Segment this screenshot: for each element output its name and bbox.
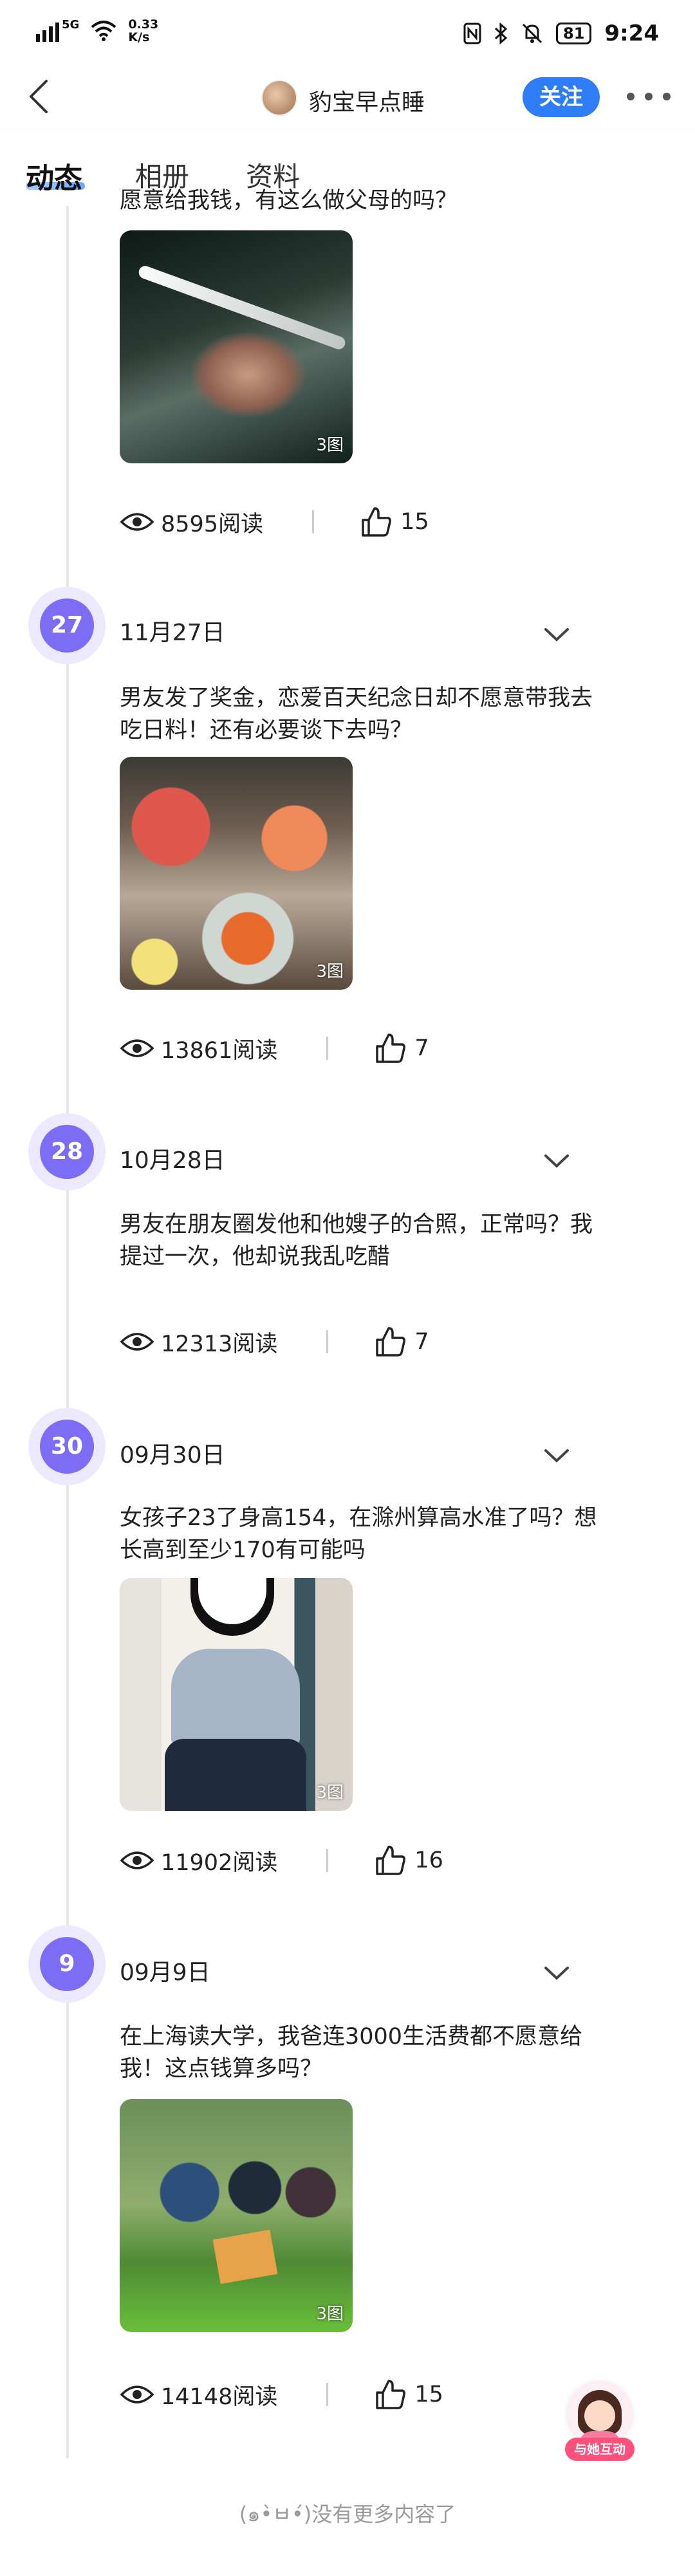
profile-header: 豹宝早点睡 关注 <box>0 64 695 129</box>
interact-label: 与她互动 <box>565 2438 635 2461</box>
thumb-up-icon[interactable] <box>375 1032 407 1064</box>
status-left: 5G 0.33 K/s <box>36 18 158 44</box>
post-date: 09月9日 <box>120 1960 210 1986</box>
nfc-icon <box>463 23 481 44</box>
stats-divider <box>326 2383 329 2406</box>
clock: 9:24 <box>604 21 659 46</box>
status-right: 81 9:24 <box>463 21 659 46</box>
like-count: 7 <box>414 1035 429 1061</box>
chevron-down-icon[interactable] <box>541 1958 573 1990</box>
post-text: 在上海读大学，我爸连3000生活费都不愿意给我！这点钱算多吗？ <box>120 2024 583 2082</box>
eye-icon <box>120 1333 154 1351</box>
image-detail <box>136 264 348 351</box>
read-count: 13861阅读 <box>161 1037 278 1064</box>
post-stats: 8595阅读 15 <box>120 506 429 538</box>
read-count: 12313阅读 <box>161 1331 278 1357</box>
mute-icon <box>522 23 542 44</box>
chevron-down-icon[interactable] <box>541 619 573 651</box>
post-text: 愿意给我钱，有这么做父母的吗？ <box>120 188 458 214</box>
wifi-icon <box>91 21 116 41</box>
read-count: 8595阅读 <box>161 511 264 537</box>
post-date: 10月28日 <box>120 1147 225 1174</box>
post-stats: 12313阅读 7 <box>120 1326 429 1358</box>
tab-feed[interactable]: 动态 <box>26 155 82 196</box>
network-speed: 0.33 K/s <box>128 18 158 44</box>
eye-icon <box>120 513 154 531</box>
eye-icon <box>120 1039 154 1057</box>
signal-icon <box>36 20 59 42</box>
post-image[interactable]: 3图 <box>120 1578 353 1811</box>
chevron-down-icon[interactable] <box>541 1145 573 1178</box>
timeline-line <box>66 206 69 2458</box>
read-count: 14148阅读 <box>161 2384 278 2410</box>
speed-unit: K/s <box>128 30 150 44</box>
post-stats: 11902阅读 16 <box>120 1844 443 1876</box>
image-count: 3图 <box>316 436 344 455</box>
post-text: 男友发了奖金，恋爱百天纪念日却不愿意带我去吃日料！还有必要谈下去吗？ <box>120 685 593 743</box>
back-icon <box>30 80 48 113</box>
like-count: 7 <box>414 1329 429 1355</box>
more-button[interactable] <box>623 84 674 109</box>
date-badge: 28 <box>40 1125 94 1179</box>
post-date: 09月30日 <box>120 1442 225 1469</box>
post-date: 11月27日 <box>120 620 225 646</box>
battery-indicator: 81 <box>556 23 592 44</box>
interact-avatar-icon <box>568 2381 632 2445</box>
more-icon <box>627 93 635 100</box>
stats-divider <box>326 1330 329 1353</box>
stats-divider <box>312 510 315 533</box>
speed-value: 0.33 <box>128 17 159 32</box>
image-detail <box>165 1739 306 1811</box>
post-image[interactable]: 3图 <box>120 230 353 463</box>
profile-nickname[interactable]: 豹宝早点睡 <box>309 84 425 117</box>
image-detail <box>171 1649 300 1745</box>
no-more-content: (๑•̀ㅂ•́)没有更多内容了 <box>239 2502 456 2526</box>
eye-icon <box>120 1851 154 1869</box>
image-detail <box>212 2229 278 2284</box>
thumb-up-icon[interactable] <box>375 2378 407 2411</box>
post-image[interactable]: 3图 <box>120 2099 353 2332</box>
network-label: 5G <box>62 17 80 32</box>
like-count: 15 <box>414 2382 443 2407</box>
status-bar: 5G 0.33 K/s 81 9:24 <box>0 0 695 64</box>
chevron-down-icon[interactable] <box>541 1440 573 1472</box>
thumb-up-icon[interactable] <box>375 1844 407 1876</box>
post-image[interactable]: 3图 <box>120 757 353 990</box>
read-count: 11902阅读 <box>161 1849 278 1876</box>
like-count: 16 <box>414 1848 443 1873</box>
eye-icon <box>120 2386 154 2404</box>
bluetooth-icon <box>494 23 508 44</box>
image-count: 3图 <box>316 2304 344 2324</box>
interact-button[interactable]: 与她互动 <box>565 2381 635 2465</box>
date-badge: 27 <box>40 598 94 653</box>
post-text: 男友在朋友圈发他和他嫂子的合照，正常吗？我提过一次，他却说我乱吃醋 <box>120 1212 593 1270</box>
avatar[interactable] <box>261 80 297 116</box>
image-count: 3图 <box>316 962 344 981</box>
thumb-up-icon[interactable] <box>375 1326 407 1358</box>
follow-button[interactable]: 关注 <box>523 77 600 117</box>
post-stats: 14148阅读 15 <box>120 2378 443 2411</box>
image-count: 3图 <box>316 1783 344 1802</box>
stats-divider <box>326 1849 329 1872</box>
image-detail <box>584 2400 615 2431</box>
stats-divider <box>326 1037 329 1060</box>
post-text: 女孩子23了身高154，在滁州算高水准了吗？想长高到至少170有可能吗 <box>120 1505 597 1563</box>
back-button[interactable] <box>18 76 59 117</box>
post-stats: 13861阅读 7 <box>120 1032 429 1064</box>
like-count: 15 <box>400 509 429 535</box>
date-badge: 30 <box>40 1420 94 1474</box>
date-badge: 9 <box>40 1937 94 1991</box>
thumb-up-icon[interactable] <box>360 506 393 538</box>
